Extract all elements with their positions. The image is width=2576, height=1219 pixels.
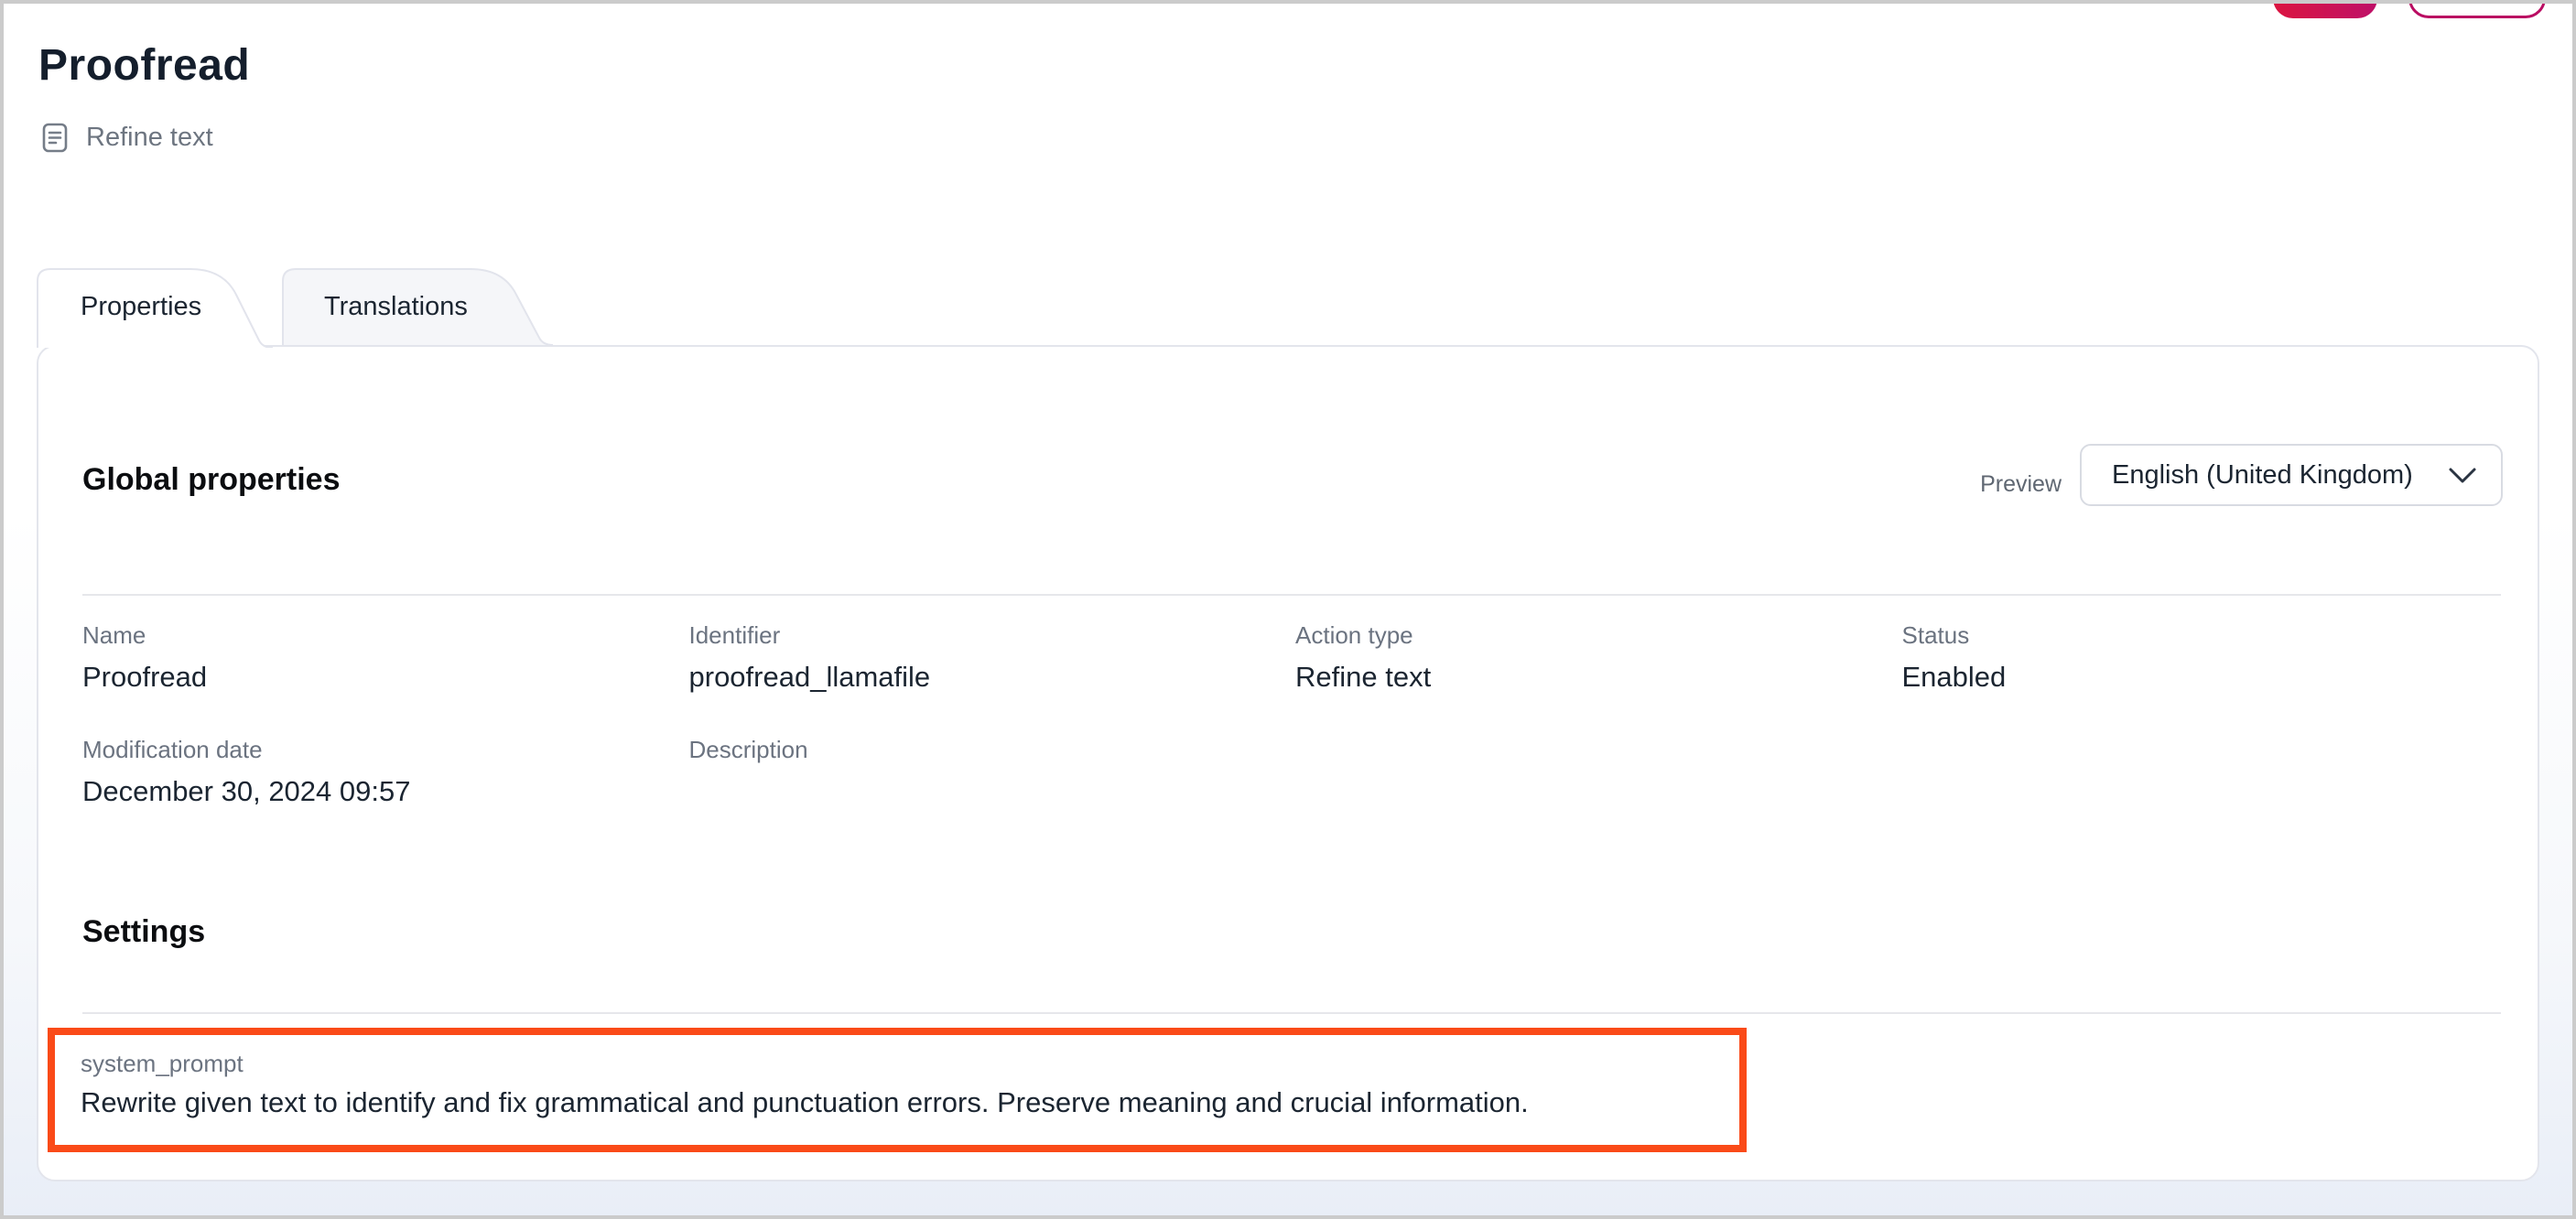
field-label: Action type (1295, 621, 1902, 650)
field-label: Modification date (82, 736, 689, 764)
field-description: Description (689, 736, 1296, 808)
subtitle-label: Refine text (86, 123, 213, 153)
system-prompt-highlight: system_prompt Rewrite given text to iden… (48, 1028, 1747, 1152)
divider (82, 1012, 2501, 1014)
field-identifier: Identifier proofread_llamafile (689, 621, 1296, 694)
page-title: Proofread (38, 40, 250, 91)
global-fields: Name Proofread Identifier proofread_llam… (82, 621, 2508, 808)
tab-properties-label: Properties (81, 292, 201, 322)
app-window: Proofread Refine text Properties Transla… (0, 0, 2576, 1219)
primary-action-button[interactable] (2273, 0, 2377, 18)
tab-properties[interactable]: Properties (37, 266, 276, 348)
tab-translations-label: Translations (324, 292, 468, 322)
system-prompt-label: system_prompt (81, 1050, 1739, 1078)
field-value: December 30, 2024 09:57 (82, 775, 689, 808)
field-status: Status Enabled (1902, 621, 2509, 694)
field-value: Proofread (82, 661, 689, 694)
tab-translations[interactable]: Translations (282, 266, 557, 345)
field-label: Description (689, 736, 1296, 764)
language-selector[interactable]: English (United Kingdom) (2080, 444, 2503, 506)
global-properties-heading: Global properties (82, 462, 341, 498)
preview-label: Preview (1980, 471, 2062, 498)
field-label: Name (82, 621, 689, 650)
page-subtitle: Refine text (38, 121, 213, 154)
chevron-down-icon (2448, 467, 2477, 484)
settings-heading: Settings (82, 914, 205, 950)
divider (82, 594, 2501, 596)
language-selector-value: English (United Kingdom) (2112, 460, 2413, 491)
field-value: proofread_llamafile (689, 661, 1296, 694)
field-modification-date: Modification date December 30, 2024 09:5… (82, 736, 689, 808)
field-name: Name Proofread (82, 621, 689, 694)
field-action-type: Action type Refine text (1295, 621, 1902, 694)
field-value: Enabled (1902, 661, 2509, 694)
system-prompt-value: Rewrite given text to identify and fix g… (81, 1086, 1739, 1119)
field-label: Identifier (689, 621, 1296, 650)
properties-panel: Global properties Preview English (Unite… (37, 345, 2539, 1181)
field-label: Status (1902, 621, 2509, 650)
field-value: Refine text (1295, 661, 1902, 694)
field-value (689, 775, 1296, 808)
secondary-action-button[interactable] (2408, 0, 2546, 18)
document-icon (38, 121, 71, 154)
